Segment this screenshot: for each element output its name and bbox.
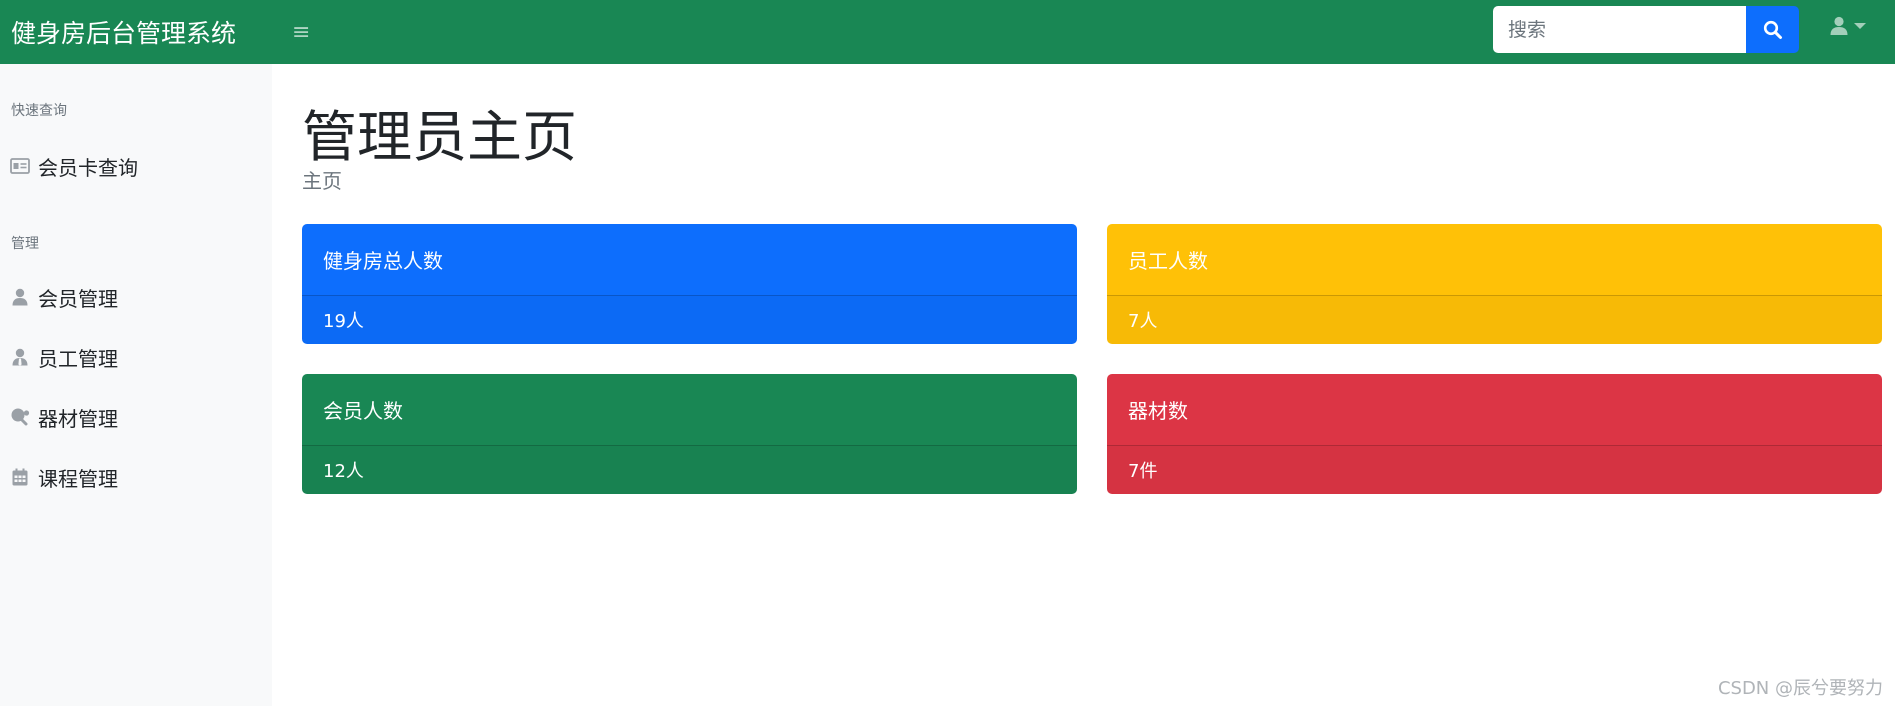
- sidebar-item-course-manage[interactable]: 课程管理: [10, 462, 260, 492]
- search-icon: [1763, 20, 1782, 39]
- search-form: [1493, 6, 1799, 53]
- sidebar-heading-quick-query: 快速查询: [11, 103, 67, 119]
- app-brand[interactable]: 健身房后台管理系统: [11, 14, 281, 50]
- stat-card-members: 会员人数 12人: [302, 374, 1077, 494]
- menu-icon[interactable]: ≡: [292, 20, 310, 45]
- sidebar-item-label: 器材管理: [38, 406, 118, 431]
- card-title: 员工人数: [1128, 249, 1208, 273]
- watermark: CSDN @辰兮要努力: [1717, 678, 1883, 699]
- sidebar-item-label: 会员管理: [38, 286, 118, 311]
- table-tennis-icon: [10, 407, 30, 427]
- page-title: 管理员主页: [302, 105, 578, 169]
- main-content: 管理员主页 主页 健身房总人数 19人 员工人数 7人 会员人数 12人 器材数…: [272, 64, 1895, 706]
- card-value: 7人: [1107, 295, 1882, 344]
- sidebar-heading-manage: 管理: [11, 236, 39, 252]
- sidebar-item-label: 员工管理: [38, 346, 118, 371]
- stat-card-staff: 员工人数 7人: [1107, 224, 1882, 344]
- stat-card-gym-total: 健身房总人数 19人: [302, 224, 1077, 344]
- sidebar-item-card-query[interactable]: 会员卡查询: [10, 151, 260, 181]
- card-title: 健身房总人数: [323, 249, 443, 273]
- chevron-down-icon: [1854, 23, 1866, 29]
- top-navbar: 健身房后台管理系统 ≡: [0, 0, 1895, 64]
- user-icon: [1830, 16, 1848, 35]
- card-title: 器材数: [1128, 399, 1188, 423]
- stat-card-equipment: 器材数 7件: [1107, 374, 1882, 494]
- sidebar: 快速查询 会员卡查询 管理 会员管理 员工管理 器材管理 课程管理: [0, 64, 272, 706]
- card-value: 19人: [302, 295, 1077, 344]
- sidebar-item-equipment-manage[interactable]: 器材管理: [10, 402, 260, 432]
- sidebar-item-label: 会员卡查询: [38, 155, 138, 180]
- user-icon: [10, 287, 30, 307]
- card-value: 12人: [302, 445, 1077, 494]
- sidebar-item-member-manage[interactable]: 会员管理: [10, 282, 260, 312]
- card-title: 会员人数: [323, 399, 403, 423]
- sidebar-item-staff-manage[interactable]: 员工管理: [10, 342, 260, 372]
- sidebar-item-label: 课程管理: [38, 466, 118, 491]
- id-card-icon: [10, 156, 30, 176]
- breadcrumb: 主页: [302, 169, 342, 193]
- card-value: 7件: [1107, 445, 1882, 494]
- user-dropdown[interactable]: [1830, 16, 1866, 36]
- user-tie-icon: [10, 347, 30, 367]
- search-button[interactable]: [1746, 6, 1799, 53]
- calendar-icon: [10, 467, 30, 487]
- search-input[interactable]: [1493, 6, 1746, 53]
